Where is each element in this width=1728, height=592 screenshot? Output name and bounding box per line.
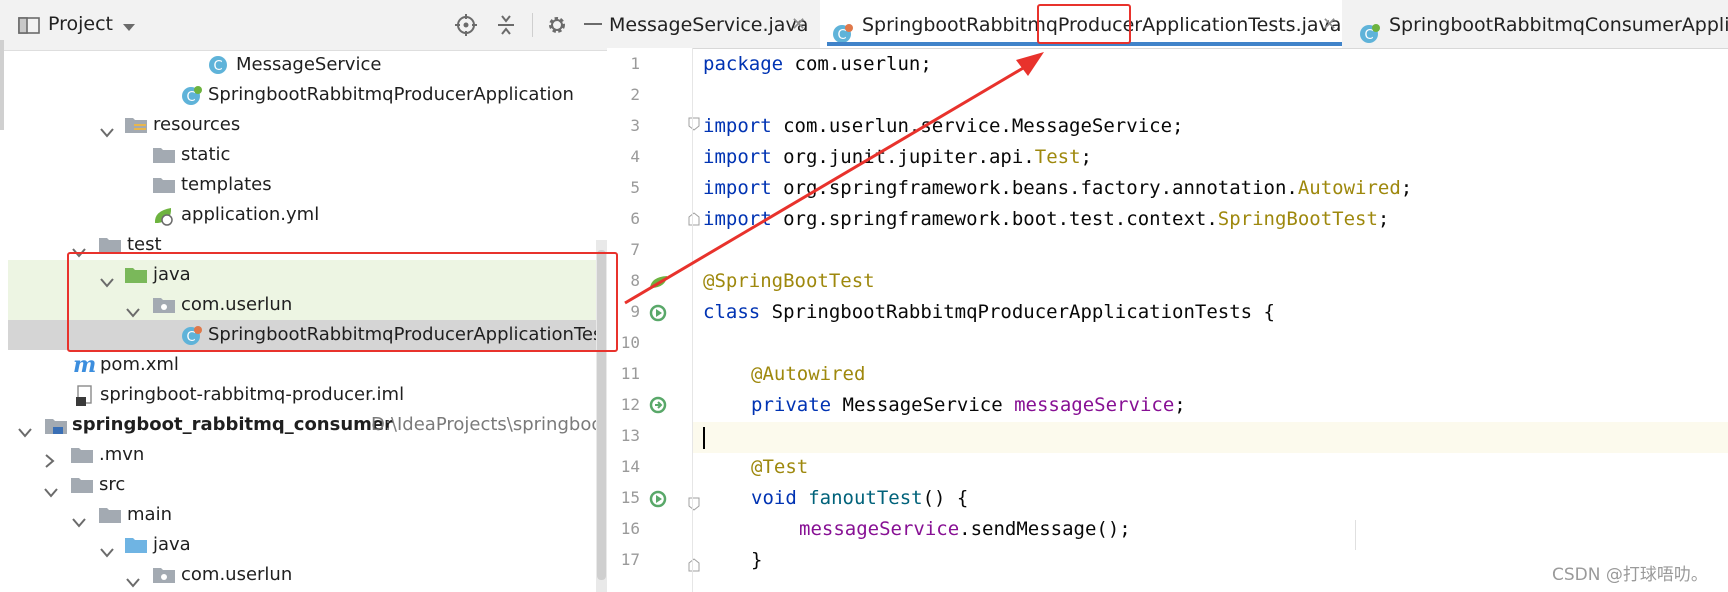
module-folder-icon [44, 415, 70, 440]
tree-item-label: src [99, 474, 126, 495]
tree-item-producer-application[interactable]: C SpringbootRabbitmqProducerApplication [8, 80, 604, 110]
code-line-16: messageService.sendMessage(); [799, 518, 1131, 540]
code-line-15: void fanoutTest() { [751, 487, 969, 509]
chevron-down-icon[interactable] [44, 479, 58, 500]
chevron-down-icon[interactable] [18, 419, 32, 440]
tree-item-pom-xml[interactable]: m pom.xml [8, 350, 604, 380]
watermark: CSDN @打球唔叻。 [1552, 565, 1708, 585]
project-panel-title[interactable]: Project [48, 13, 113, 35]
indent-guide [1355, 520, 1356, 550]
gear-icon[interactable] [545, 13, 569, 41]
code-line-3: import com.userlun.service.MessageServic… [703, 115, 1184, 137]
code-editor: MessageService.java ✕ C SpringbootRabbit… [607, 0, 1728, 592]
resources-folder-icon [124, 115, 148, 140]
tree-item-src[interactable]: src [8, 470, 604, 500]
tree-item-consumer-module[interactable]: springboot_rabbitmq_consumer D:\IdeaProj… [8, 410, 604, 440]
tab-label: SpringbootRabbitmqConsumerApplicati [1389, 14, 1728, 36]
tree-item-label: resources [153, 114, 241, 135]
spring-yml-icon [152, 205, 176, 230]
tree-item-main-package-userlun[interactable]: com.userlun [8, 560, 604, 590]
dropdown-icon[interactable] [122, 18, 136, 37]
java-class-icon: C [208, 55, 228, 80]
tree-item-messageservice[interactable]: C MessageService [8, 50, 604, 80]
code-line-4: import org.junit.jupiter.api.Test; [703, 146, 1092, 168]
folder-icon [152, 175, 176, 200]
chevron-down-icon[interactable] [126, 569, 140, 590]
locate-icon[interactable] [454, 13, 478, 41]
package-icon [152, 565, 176, 590]
tree-item-label: .mvn [99, 444, 145, 465]
editor-tab-bar: MessageService.java ✕ C SpringbootRabbit… [607, 0, 1728, 49]
folder-icon [152, 145, 176, 170]
svg-text:C: C [837, 28, 846, 43]
module-path: D:\IdeaProjects\springboot_ [371, 414, 604, 435]
svg-text:C: C [213, 59, 222, 74]
chevron-down-icon[interactable] [72, 509, 86, 530]
tree-item-label: MessageService [236, 54, 382, 75]
tree-item-label: springboot-rabbitmq-producer.iml [100, 384, 405, 405]
code-line-5: import org.springframework.beans.factory… [703, 177, 1413, 199]
collapse-all-icon[interactable] [494, 13, 518, 41]
tree-item-label: java [153, 534, 191, 555]
code-line-11: @Autowired [751, 363, 866, 385]
code-line-9: class SpringbootRabbitmqProducerApplicat… [703, 301, 1275, 323]
chevron-right-icon[interactable] [44, 448, 56, 470]
annotation-box-tab [1037, 4, 1131, 44]
chevron-down-icon[interactable] [100, 119, 114, 140]
tree-item-application-yml[interactable]: application.yml [8, 200, 604, 230]
annotation-box-test-class [67, 252, 618, 352]
tree-item-iml-file[interactable]: springboot-rabbitmq-producer.iml [8, 380, 604, 410]
project-panel-header: Project [0, 0, 607, 51]
svg-text:C: C [1364, 28, 1373, 43]
maven-icon: m [72, 352, 98, 380]
tab-message-service[interactable]: MessageService.java ✕ [607, 0, 813, 48]
project-folder-icon [18, 15, 40, 39]
code-line-1: package com.userlun; [703, 53, 932, 75]
code-line-17: } [751, 549, 763, 571]
code-line-6: import org.springframework.boot.test.con… [703, 208, 1390, 230]
tree-item-label: main [127, 504, 172, 525]
tab-consumer-application[interactable]: C SpringbootRabbitmqConsumerApplicati [1349, 0, 1728, 48]
code-line-8: @SpringBootTest [703, 270, 875, 292]
tab-label: MessageService.java [609, 14, 809, 36]
source-folder-icon [124, 535, 148, 560]
tree-item-resources[interactable]: resources [8, 110, 604, 140]
close-icon[interactable]: ✕ [791, 0, 806, 50]
tree-item-mvn[interactable]: .mvn [8, 440, 604, 470]
spring-boot-class-icon: C [181, 85, 203, 110]
folder-icon [70, 475, 94, 500]
tree-item-label: application.yml [181, 204, 320, 225]
tree-item-templates[interactable]: templates [8, 170, 604, 200]
folder-icon [98, 505, 122, 530]
tree-item-label: com.userlun [181, 564, 293, 585]
iml-icon [74, 385, 96, 410]
chevron-down-icon[interactable] [100, 539, 114, 560]
tree-item-label: SpringbootRabbitmqProducerApplication [208, 84, 574, 105]
tree-item-static[interactable]: static [8, 140, 604, 170]
code-area[interactable]: package com.userlun; import com.userlun.… [607, 48, 1728, 592]
tree-item-label: springboot_rabbitmq_consumer [72, 414, 393, 435]
minimize-icon[interactable] [584, 23, 602, 25]
folder-icon [70, 445, 94, 470]
header-separator [532, 13, 533, 37]
code-line-12: private MessageService messageService; [751, 394, 1186, 416]
tree-item-main[interactable]: main [8, 500, 604, 530]
tree-item-main-java[interactable]: java [8, 530, 604, 560]
tree-item-label: pom.xml [100, 354, 179, 375]
tree-item-label: static [181, 144, 231, 165]
code-line-14: @Test [751, 456, 809, 478]
tree-item-label: templates [181, 174, 272, 195]
svg-text:m: m [73, 353, 96, 375]
svg-text:C: C [186, 90, 195, 105]
text-caret [703, 427, 705, 449]
